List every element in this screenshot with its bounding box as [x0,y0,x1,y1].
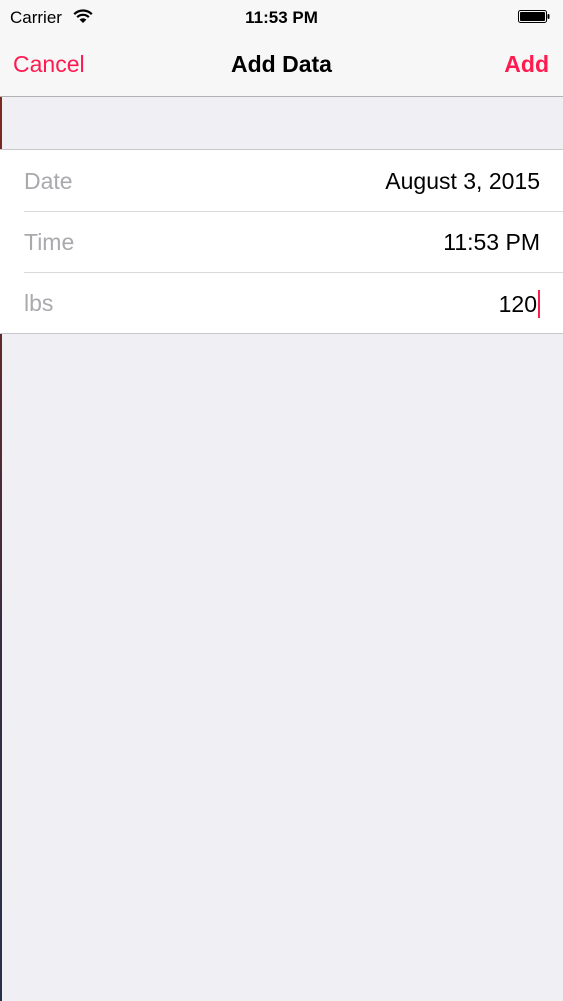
battery-icon [518,10,550,23]
status-time: 11:53 PM [245,8,318,27]
add-button[interactable]: Add [504,51,549,78]
weight-input-value: 120 [498,290,537,317]
weight-unit-label: lbs [24,290,54,316]
date-row[interactable]: Date August 3, 2015 [0,150,563,211]
text-cursor [538,290,540,318]
time-label: Time [24,229,75,255]
navigation-bar: Cancel Add Data Add [0,33,563,97]
date-label: Date [24,168,73,194]
time-value[interactable]: 11:53 PM [443,229,540,256]
weight-row[interactable]: lbs 120 [0,272,563,333]
status-bar: Carrier 11:53 PM [0,0,563,33]
page-title: Add Data [231,51,332,77]
date-value[interactable]: August 3, 2015 [385,168,540,195]
weight-input[interactable]: 120 [499,290,540,318]
data-entry-form: Date August 3, 2015 Time 11:53 PM lbs 12… [0,149,563,334]
time-row[interactable]: Time 11:53 PM [0,211,563,272]
